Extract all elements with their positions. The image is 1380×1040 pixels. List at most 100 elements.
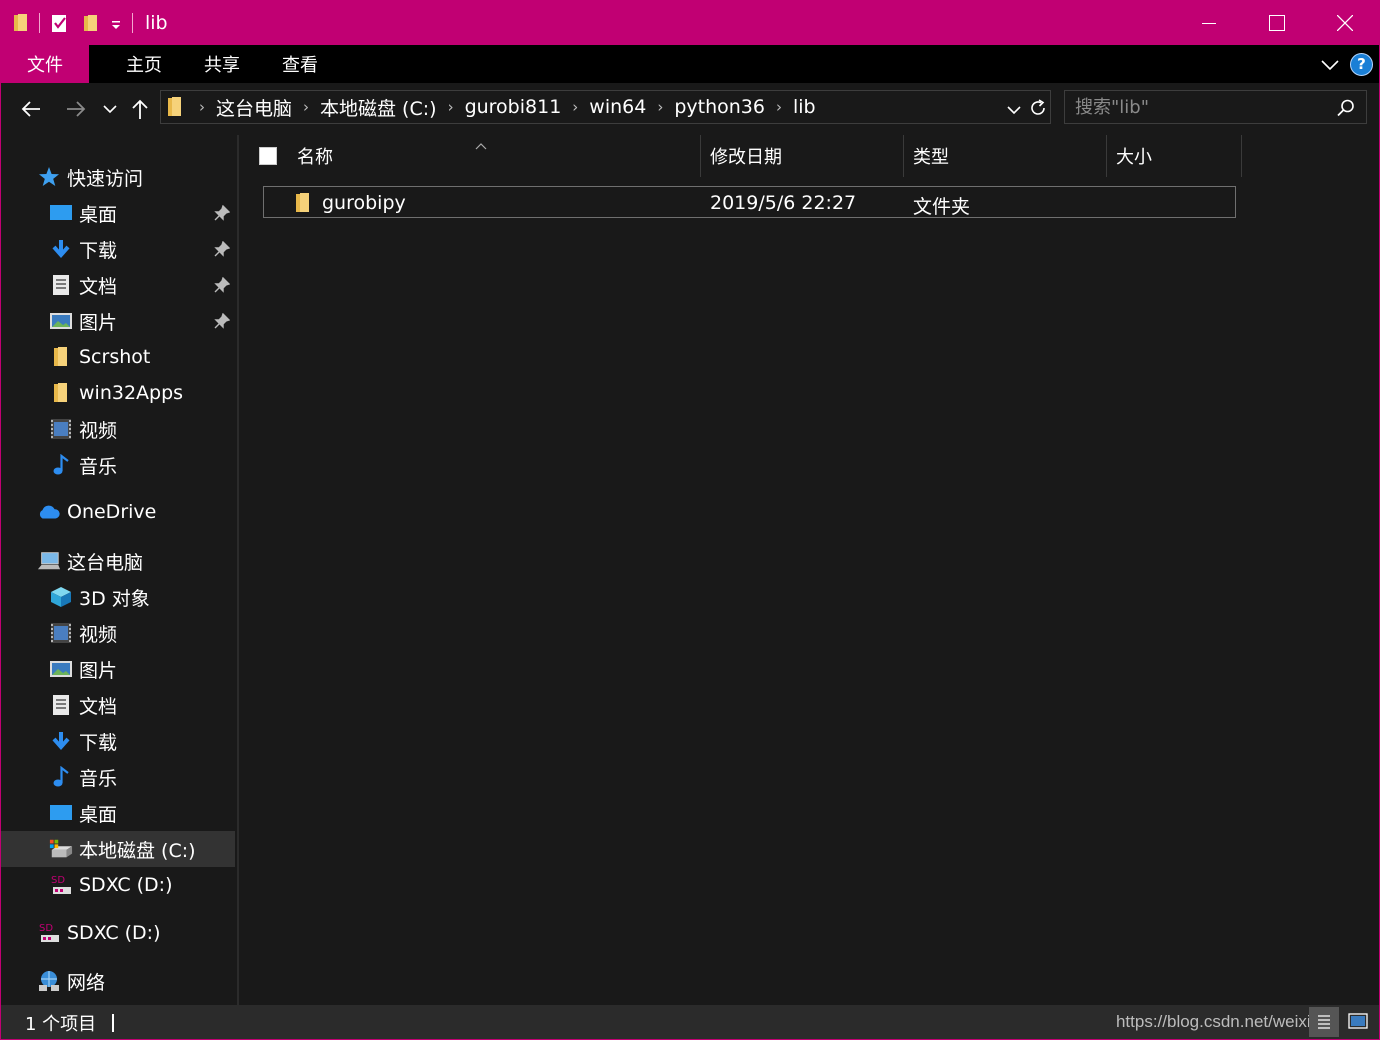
tab-share[interactable]: 共享 <box>183 45 261 83</box>
sidebar-label: 下载 <box>79 731 118 754</box>
folder-icon <box>49 345 73 369</box>
sidebar-item-sdxc-d[interactable]: SD SDXC (D:) <box>1 867 235 903</box>
address-bar[interactable]: › 这台电脑 › 本地磁盘 (C:) › gurobi811 › win64 ›… <box>160 90 1051 124</box>
select-all-checkbox[interactable] <box>259 135 277 177</box>
desktop-icon <box>49 201 73 225</box>
help-icon[interactable]: ? <box>1350 52 1373 76</box>
column-divider[interactable] <box>903 135 904 177</box>
column-divider[interactable] <box>1241 135 1242 177</box>
folder-icon <box>49 381 73 405</box>
pin-icon <box>214 204 231 226</box>
expand-ribbon-chevron-icon[interactable] <box>1320 57 1340 71</box>
picture-icon <box>49 309 73 333</box>
tab-view[interactable]: 查看 <box>261 45 339 83</box>
large-icons-view-icon[interactable] <box>1347 1011 1369 1033</box>
crumb-python36[interactable]: python36 <box>671 96 768 118</box>
search-input[interactable] <box>1075 96 1325 118</box>
svg-text:SD: SD <box>39 923 53 934</box>
sidebar-item-documents[interactable]: 文档 <box>1 267 235 303</box>
file-row[interactable]: gurobipy 2019/5/6 22:27 文件夹 <box>263 186 1236 218</box>
minimize-button[interactable] <box>1175 1 1243 45</box>
sidebar-label: 这台电脑 <box>67 551 144 574</box>
breadcrumb-separator: › <box>572 98 579 116</box>
toolbar-separator <box>39 13 40 33</box>
crumb-gurobi811[interactable]: gurobi811 <box>462 96 565 118</box>
search-box[interactable] <box>1064 90 1367 124</box>
star-icon <box>37 165 61 189</box>
sidebar-label: 桌面 <box>79 803 118 826</box>
tab-home[interactable]: 主页 <box>105 45 183 83</box>
sidebar-item-pictures[interactable]: 图片 <box>1 651 235 687</box>
download-icon <box>49 729 73 753</box>
refresh-icon[interactable] <box>1028 98 1048 118</box>
crumb-this-pc[interactable]: 这台电脑 <box>213 94 295 121</box>
properties-icon[interactable] <box>50 12 70 34</box>
pin-icon <box>214 240 231 262</box>
breadcrumb-separator: › <box>657 98 664 116</box>
address-history-chevron-icon[interactable] <box>1006 101 1022 115</box>
network-icon <box>37 969 61 993</box>
new-folder-icon[interactable] <box>82 13 100 33</box>
window-controls <box>1175 1 1379 45</box>
recent-locations-chevron-icon[interactable] <box>101 97 119 121</box>
sidebar-item-desktop[interactable]: 桌面 <box>1 795 235 831</box>
sidebar-label: 视频 <box>79 623 118 646</box>
sidebar-label: 桌面 <box>79 203 118 226</box>
breadcrumb-separator: › <box>303 98 310 116</box>
sidebar-sdxc-d[interactable]: SD SDXC (D:) <box>1 915 235 951</box>
document-icon <box>49 273 73 297</box>
sidebar-quick-access[interactable]: 快速访问 <box>37 159 235 195</box>
sidebar-item-win32apps[interactable]: win32Apps <box>1 375 235 411</box>
crumb-lib[interactable]: lib <box>790 96 819 118</box>
maximize-button[interactable] <box>1243 1 1311 45</box>
sidebar-item-scrshot[interactable]: Scrshot <box>1 339 235 375</box>
toolbar-separator <box>132 13 133 33</box>
sidebar-item-music[interactable]: 音乐 <box>1 759 235 795</box>
quick-access-toolbar: lib <box>1 1 168 45</box>
sidebar-label: SDXC (D:) <box>67 922 161 944</box>
sd-card-icon: SD <box>37 921 61 945</box>
sidebar-item-pictures[interactable]: 图片 <box>1 303 235 339</box>
column-header-size[interactable]: 大小 <box>1116 135 1152 177</box>
crumb-local-disk[interactable]: 本地磁盘 (C:) <box>317 94 440 121</box>
sidebar-item-music[interactable]: 音乐 <box>1 447 235 483</box>
sidebar-onedrive[interactable]: OneDrive <box>1 494 235 530</box>
column-divider[interactable] <box>1106 135 1107 177</box>
address-folder-icon <box>167 96 183 118</box>
file-list: 名称 修改日期 类型 大小 gurobipy 2019/5/6 22:27 文件… <box>239 135 1379 1005</box>
breadcrumb-separator: › <box>199 98 205 116</box>
sidebar-item-3d-objects[interactable]: 3D 对象 <box>1 579 235 615</box>
sidebar-item-downloads[interactable]: 下载 <box>1 723 235 759</box>
desktop-icon <box>49 801 73 825</box>
music-icon <box>49 453 73 477</box>
forward-button[interactable] <box>64 97 88 121</box>
back-button[interactable] <box>19 97 43 121</box>
sidebar-item-documents[interactable]: 文档 <box>1 687 235 723</box>
status-bar: 1 个项目 https://blog.csdn.net/weixin_3 <box>1 1005 1379 1039</box>
close-button[interactable] <box>1311 1 1379 45</box>
sidebar-label: 快速访问 <box>67 167 144 190</box>
tab-file[interactable]: 文件 <box>1 45 89 83</box>
sidebar-network[interactable]: 网络 <box>1 963 235 999</box>
video-icon <box>49 417 73 441</box>
explorer-window: lib 文件 主页 共享 查看 ? › 这台电脑 › 本地磁盘 (C:) › g… <box>0 0 1380 1040</box>
up-button[interactable] <box>129 97 151 121</box>
sidebar-item-videos[interactable]: 视频 <box>1 615 235 651</box>
sidebar-label: win32Apps <box>79 382 184 404</box>
sidebar-item-local-disk-c[interactable]: 本地磁盘 (C:) <box>1 831 235 867</box>
customize-toolbar-chevron-icon[interactable] <box>110 16 122 30</box>
drive-icon <box>49 837 73 861</box>
column-header-type[interactable]: 类型 <box>913 135 949 177</box>
sidebar-item-downloads[interactable]: 下载 <box>1 231 235 267</box>
sidebar-this-pc[interactable]: 这台电脑 <box>1 543 235 579</box>
details-view-icon[interactable] <box>1309 1007 1339 1037</box>
column-divider[interactable] <box>700 135 701 177</box>
column-header-name[interactable]: 名称 <box>297 135 333 177</box>
sidebar-item-desktop[interactable]: 桌面 <box>1 195 235 231</box>
search-icon[interactable] <box>1336 98 1356 118</box>
crumb-win64[interactable]: win64 <box>586 96 649 118</box>
column-header-date-modified[interactable]: 修改日期 <box>710 135 782 177</box>
cube-icon <box>49 585 73 609</box>
sidebar-item-videos[interactable]: 视频 <box>1 411 235 447</box>
navigation-pane: 快速访问 桌面 下载 文档 图片 Scrshot win32Apps 视频 音乐… <box>1 135 237 1005</box>
